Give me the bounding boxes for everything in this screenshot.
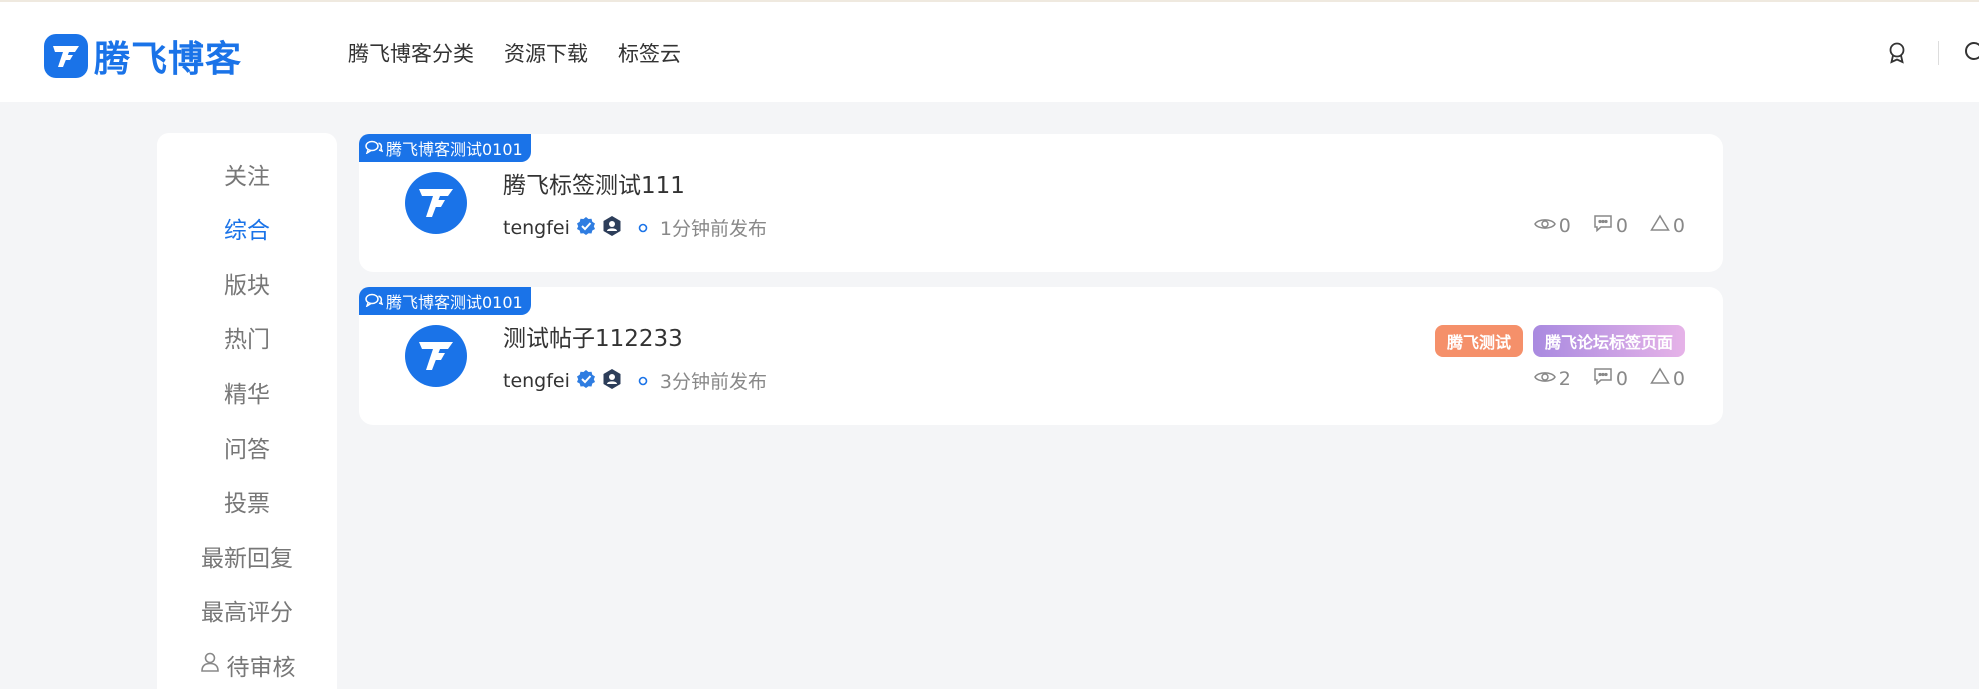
post-title[interactable]: 腾飞标签测试111 (503, 166, 685, 200)
comment-icon (1593, 367, 1613, 390)
user-role-badge-icon (602, 215, 622, 241)
brand-name: 腾飞博客 (94, 39, 243, 80)
post-card[interactable]: 腾飞博客测试0101 测试帖子112233 tengfei 3分钟前发布 腾飞测… (359, 287, 1723, 425)
comment-count-value: 0 (1615, 367, 1628, 390)
view-count-value: 2 (1558, 367, 1571, 390)
sidebar-item-latest-reply[interactable]: 最新回复 (157, 539, 337, 573)
status-dot-icon (638, 218, 648, 237)
status-dot-icon (638, 371, 648, 390)
sidebar-item-sections[interactable]: 版块 (157, 266, 337, 300)
verified-badge-icon (576, 216, 596, 240)
main-nav: 腾飞博客分类 资源下载 标签云 (348, 38, 681, 68)
post-stats: 0 0 0 (1533, 214, 1685, 237)
tag-tengfei-test[interactable]: 腾飞测试 (1434, 325, 1523, 357)
sidebar: 关注 综合 版块 热门 精华 问答 投票 最新回复 最高评分 待审核 (157, 133, 337, 689)
eye-icon (1533, 215, 1556, 237)
site-logo[interactable]: 腾飞博客 (44, 30, 242, 82)
post-tags: 腾飞测试 腾飞论坛标签页面 (1434, 325, 1685, 357)
sidebar-item-hot[interactable]: 热门 (157, 320, 337, 354)
post-time: 3分钟前发布 (659, 371, 767, 393)
comment-icon (1593, 214, 1613, 237)
like-count-value: 0 (1672, 214, 1685, 237)
comment-count-value: 0 (1615, 214, 1628, 237)
sidebar-item-overview[interactable]: 综合 (157, 211, 337, 245)
sidebar-item-featured[interactable]: 精华 (157, 375, 337, 409)
sidebar-item-follow[interactable]: 关注 (157, 157, 337, 191)
post-title[interactable]: 测试帖子112233 (503, 319, 683, 353)
view-count: 0 (1533, 214, 1571, 237)
header-actions (1884, 40, 1979, 66)
post-section-badge[interactable]: 腾飞博客测试0101 (359, 287, 531, 315)
sidebar-item-vote[interactable]: 投票 (157, 484, 337, 518)
user-role-badge-icon (602, 368, 622, 394)
post-section-label: 腾飞博客测试0101 (386, 140, 523, 159)
sidebar-item-qa[interactable]: 问答 (157, 430, 337, 464)
view-count-value: 0 (1558, 214, 1571, 237)
chat-bubbles-icon (365, 292, 384, 311)
post-section-label: 腾飞博客测试0101 (386, 293, 523, 312)
view-count: 2 (1533, 367, 1571, 390)
post-meta: tengfei 1分钟前发布 (503, 214, 767, 241)
header-divider (1938, 41, 1939, 65)
comment-count[interactable]: 0 (1593, 214, 1628, 237)
comment-count[interactable]: 0 (1593, 367, 1628, 390)
triangle-up-icon (1650, 367, 1670, 390)
avatar[interactable] (405, 325, 467, 387)
post-author[interactable]: tengfei (503, 370, 570, 392)
nav-tag-cloud[interactable]: 标签云 (618, 38, 681, 68)
user-icon (199, 651, 221, 679)
post-card[interactable]: 腾飞博客测试0101 腾飞标签测试111 tengfei 1分钟前发布 0 0 … (359, 134, 1723, 272)
post-meta: tengfei 3分钟前发布 (503, 367, 767, 394)
post-stats: 2 0 0 (1533, 367, 1685, 390)
search-icon[interactable] (1963, 40, 1979, 66)
logo-mark-icon (44, 34, 88, 78)
post-author[interactable]: tengfei (503, 217, 570, 239)
medal-icon[interactable] (1884, 40, 1910, 66)
sidebar-item-top-rated[interactable]: 最高评分 (157, 593, 337, 627)
triangle-up-icon (1650, 214, 1670, 237)
site-header: 腾飞博客 腾飞博客分类 资源下载 标签云 (0, 2, 1979, 102)
chat-bubbles-icon (365, 139, 384, 158)
sidebar-item-pending-review[interactable]: 待审核 (157, 648, 337, 682)
post-section-badge[interactable]: 腾飞博客测试0101 (359, 134, 531, 162)
avatar[interactable] (405, 172, 467, 234)
nav-resource-download[interactable]: 资源下载 (504, 38, 588, 68)
nav-blog-categories[interactable]: 腾飞博客分类 (348, 38, 474, 68)
verified-badge-icon (576, 369, 596, 393)
like-count[interactable]: 0 (1650, 214, 1685, 237)
sidebar-item-label: 待审核 (226, 655, 296, 681)
like-count-value: 0 (1672, 367, 1685, 390)
tag-forum-tag-page[interactable]: 腾飞论坛标签页面 (1532, 325, 1685, 357)
post-time: 1分钟前发布 (659, 218, 767, 240)
eye-icon (1533, 368, 1556, 390)
like-count[interactable]: 0 (1650, 367, 1685, 390)
